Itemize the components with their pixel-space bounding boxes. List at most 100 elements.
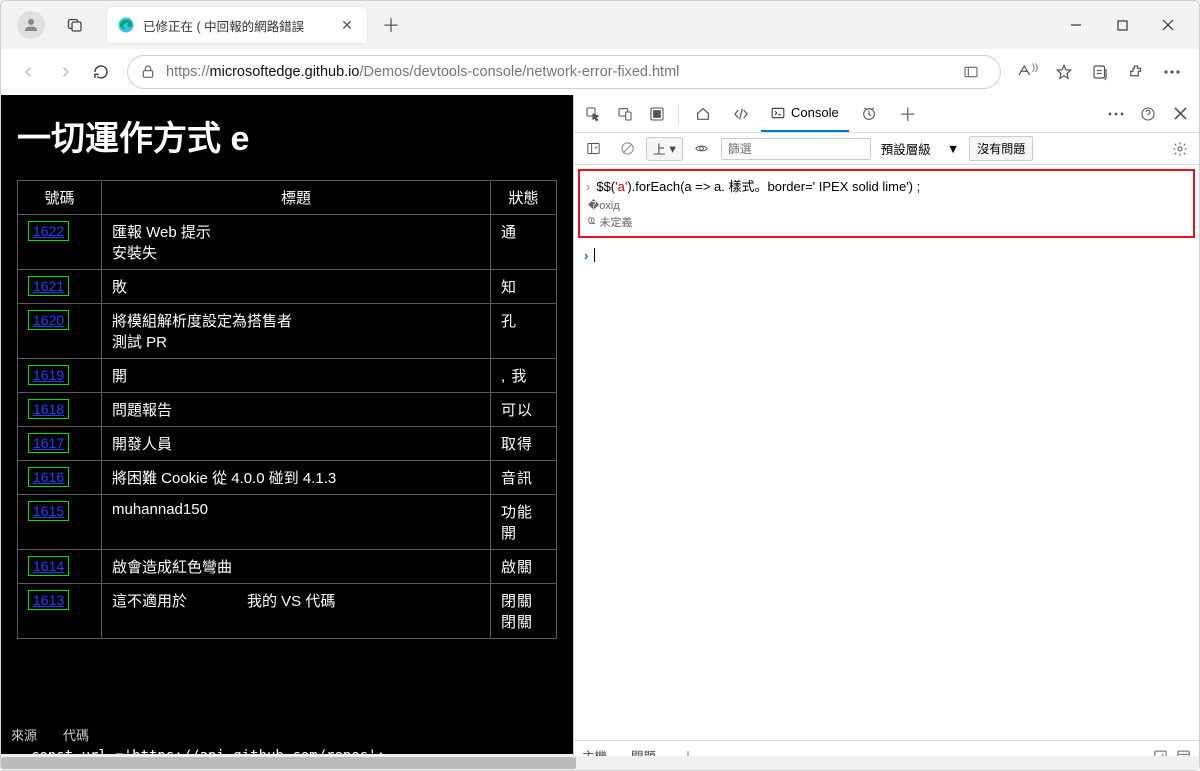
issue-status-cell: 孔 (491, 304, 557, 359)
issue-title-cell: 將困難 Cookie 從 4.0.0 碰到 4.1.3 (102, 461, 491, 495)
chevron-right-icon: › (586, 177, 590, 197)
footer-code-label: 代碼 (63, 728, 89, 743)
issue-id-link[interactable]: 1618 (28, 399, 69, 419)
inspect-element-button[interactable] (578, 99, 608, 129)
issue-title-cell: muhannad150 (102, 495, 491, 550)
table-row: 1619 開, 我 (18, 359, 557, 393)
issue-status-cell: 可以 (491, 393, 557, 427)
forward-button[interactable] (47, 54, 83, 90)
text-cursor (594, 248, 595, 262)
window-titlebar: 已修正在 ( 中回報的網路錯誤 ✕ ＋ (1, 1, 1199, 49)
issue-status-cell: 通 (491, 215, 557, 270)
edge-icon (117, 16, 135, 34)
tab-close-button[interactable]: ✕ (337, 15, 357, 35)
extensions-button[interactable] (1119, 55, 1153, 89)
return-icon: �охід (588, 199, 620, 212)
issue-id-link[interactable]: 1617 (28, 433, 69, 453)
table-row: 1618 問題報告可以 (18, 393, 557, 427)
issue-status-cell: , 我 (491, 359, 557, 393)
welcome-tab[interactable] (642, 99, 672, 129)
issue-id-link[interactable]: 1619 (28, 365, 69, 385)
issue-title-cell: 這不適用於 我的 VS 代碼 (102, 584, 491, 639)
page-content: 一切運作方式 e 號碼 標題 狀態 1622匯報 Web 提示安裝失通1621敗… (1, 95, 573, 770)
no-issues-badge[interactable]: 沒有問題 (969, 136, 1033, 161)
profile-avatar[interactable] (17, 11, 45, 39)
favorites-button[interactable] (1047, 55, 1081, 89)
issue-title-cell: 啟會造成紅色彎曲 (102, 550, 491, 584)
th-title: 標題 (102, 181, 491, 215)
table-row: 1621敗知 (18, 270, 557, 304)
issue-id-link[interactable]: 1621 (28, 276, 69, 296)
console-result-row: �охід (586, 199, 1187, 212)
live-expression-button[interactable] (687, 134, 717, 164)
window-horizontal-scrollbar[interactable] (1, 756, 1199, 770)
issue-id-link[interactable]: 1620 (28, 310, 69, 330)
log-level-selector[interactable]: 預設層級 ▼ (875, 139, 965, 158)
issue-title-cell: 將模組解析度設定為搭售者測試 PR (102, 304, 491, 359)
url-path: /Demos/devtools-console/network-error-fi… (359, 64, 679, 80)
read-aloud-button[interactable]: )) (1011, 55, 1045, 89)
table-row: 1616 將困難 Cookie 從 4.0.0 碰到 4.1.3音訊 (18, 461, 557, 495)
new-panel-button[interactable]: ＋ (889, 95, 927, 132)
console-output-highlight: › $$('a').forEach(a => a. 樣式。border=' IP… (578, 169, 1195, 238)
devtools-close-button[interactable] (1165, 99, 1195, 129)
issue-id-link[interactable]: 1622 (28, 221, 69, 241)
tab-actions-button[interactable] (61, 11, 89, 39)
console-tab[interactable]: Console (761, 95, 849, 132)
issue-title-cell: 開發人員 (102, 427, 491, 461)
issue-status-cell: 功能開 (491, 495, 557, 550)
issue-title-cell: 匯報 Web 提示安裝失 (102, 215, 491, 270)
issue-status-cell: 音訊 (491, 461, 557, 495)
window-close-button[interactable] (1145, 5, 1191, 45)
url-scheme: https:// (166, 64, 210, 80)
console-input-row[interactable]: › (574, 242, 1199, 269)
sources-tab[interactable] (851, 95, 887, 132)
minimize-button[interactable] (1053, 5, 1099, 45)
address-bar: https://microsoftedge.github.io/Demos/de… (1, 49, 1199, 95)
issue-title-cell: 開 (102, 359, 491, 393)
issue-title-cell: 敗 (102, 270, 491, 304)
url-host: microsoftedge.github.io (210, 64, 360, 80)
lock-icon (140, 64, 156, 80)
refresh-button[interactable] (83, 54, 119, 90)
issue-status-cell: 取得 (491, 427, 557, 461)
console-undefined-row: Ҩ未定義 (586, 214, 1187, 230)
table-row: 1617 開發人員取得 (18, 427, 557, 461)
maximize-button[interactable] (1099, 5, 1145, 45)
table-row: 1622 匯報 Web 提示安裝失通 (18, 215, 557, 270)
issues-table: 號碼 標題 狀態 1622匯報 Web 提示安裝失通1621敗知1620將模組解… (17, 180, 557, 639)
devtools-help-button[interactable] (1133, 99, 1163, 129)
issue-id-link[interactable]: 1614 (28, 556, 69, 576)
site-info-button[interactable] (954, 55, 988, 89)
console-log-row: › $$('a').forEach(a => a. 樣式。border=' IP… (586, 177, 1187, 197)
browser-tab[interactable]: 已修正在 ( 中回報的網路錯誤 ✕ (107, 7, 367, 43)
issue-status-cell: 啟關 (491, 550, 557, 584)
issue-status-cell: 閉關閉關 (491, 584, 557, 639)
table-row: 1615 muhannad150功能開 (18, 495, 557, 550)
new-tab-button[interactable]: ＋ (375, 9, 407, 41)
table-row: 1620 將模組解析度設定為搭售者測試 PR孔 (18, 304, 557, 359)
elements-tab[interactable] (723, 95, 759, 132)
issue-title-cell: 問題報告 (102, 393, 491, 427)
clear-console-button[interactable] (612, 134, 642, 164)
collections-button[interactable] (1083, 55, 1117, 89)
device-toolbar-button[interactable] (610, 99, 640, 129)
footer-source-label: 來源 (11, 728, 37, 743)
console-filter-input[interactable] (721, 138, 871, 160)
home-tab[interactable] (685, 95, 721, 132)
console-code: $$('a').forEach(a => a. 樣式。border=' IPEX… (596, 177, 920, 197)
url-field[interactable]: https://microsoftedge.github.io/Demos/de… (127, 55, 1001, 89)
context-selector[interactable]: 上 ▾ (646, 137, 683, 161)
issue-id-link[interactable]: 1615 (28, 501, 69, 521)
console-sidebar-toggle[interactable] (578, 134, 608, 164)
issue-id-link[interactable]: 1616 (28, 467, 69, 487)
issue-id-link[interactable]: 1613 (28, 590, 69, 610)
menu-button[interactable] (1155, 55, 1189, 89)
tab-title: 已修正在 ( 中回報的網路錯誤 (143, 16, 331, 35)
th-number: 號碼 (18, 181, 102, 215)
table-row: 1613 這不適用於 我的 VS 代碼閉關閉關 (18, 584, 557, 639)
back-button[interactable] (11, 54, 47, 90)
devtools-more-button[interactable] (1101, 99, 1131, 129)
devtools-panel: Console ＋ 上 ▾ 預設層級 ▼ 沒有問題 › (573, 95, 1199, 770)
console-settings-button[interactable] (1165, 134, 1195, 164)
